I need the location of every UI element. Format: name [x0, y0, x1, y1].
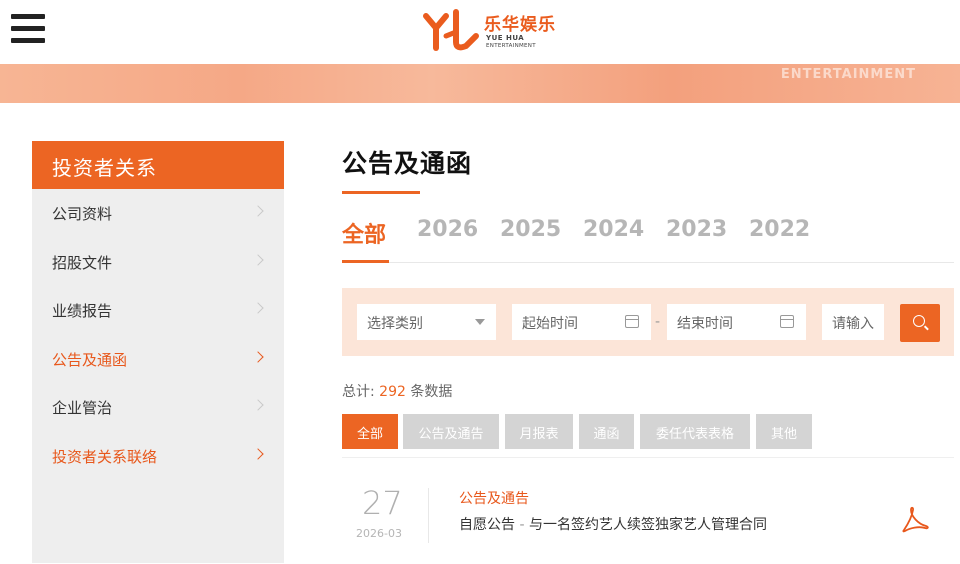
date-range-separator: -: [655, 314, 661, 330]
total-number: 292: [379, 384, 406, 400]
category-tab-circulars[interactable]: 通函: [579, 414, 634, 449]
calendar-icon: [780, 315, 794, 328]
tab-2025[interactable]: 2025: [500, 217, 561, 242]
yuehua-logo-icon: [423, 9, 479, 51]
search-icon: [913, 315, 925, 327]
chevron-right-icon: [252, 302, 264, 314]
category-tab-announcements[interactable]: 公告及通告: [403, 414, 499, 449]
site-logo[interactable]: 乐华娱乐 YUE HUA ENTERTAINMENT: [422, 6, 562, 54]
sidebar-item-label: 企业管治: [52, 399, 113, 417]
sidebar-item-label: 公司资料: [52, 205, 113, 223]
end-date-placeholder: 结束时间: [677, 316, 733, 332]
sidebar: 投资者关系 公司资料 招股文件 业绩报告 公告及通函 企业管治 投资者关系联络: [32, 141, 284, 563]
tab-2022[interactable]: 2022: [749, 217, 810, 242]
item-year-month: 2026-03: [356, 527, 402, 540]
category-tab-others[interactable]: 其他: [756, 414, 812, 449]
sidebar-item-company-info[interactable]: 公司资料: [32, 189, 284, 238]
page-title: 公告及通函: [342, 149, 473, 178]
sidebar-item-results-reports[interactable]: 业绩报告: [32, 286, 284, 335]
category-tab-all[interactable]: 全部: [342, 414, 398, 449]
sidebar-item-governance[interactable]: 企业管治: [32, 383, 284, 432]
item-title-type: 自愿公告: [459, 517, 515, 533]
sidebar-item-label: 公告及通函: [52, 350, 128, 369]
chevron-right-icon: [252, 205, 264, 217]
total-prefix: 总计:: [342, 384, 380, 400]
tab-all[interactable]: 全部: [342, 217, 386, 249]
calendar-icon: [625, 315, 639, 328]
filter-bar: 选择类别 起始时间 - 结束时间 请输入: [342, 288, 954, 356]
category-tab-proxy-forms[interactable]: 委任代表表格: [640, 414, 750, 449]
item-divider: [428, 488, 429, 543]
hamburger-menu-icon[interactable]: [11, 14, 45, 44]
item-title-text: 与一名签约艺人续签独家艺人管理合同: [528, 517, 767, 533]
tab-2023[interactable]: 2023: [666, 217, 727, 242]
end-date-input[interactable]: 结束时间: [667, 304, 806, 340]
site-header: 乐华娱乐 YUE HUA ENTERTAINMENT: [0, 0, 960, 64]
sidebar-item-ir-contact[interactable]: 投资者关系联络: [32, 432, 284, 481]
logo-text-en-sub: ENTERTAINMENT: [486, 43, 536, 49]
tab-2026[interactable]: 2026: [417, 217, 478, 242]
sidebar-item-announcements[interactable]: 公告及通函: [32, 335, 284, 384]
item-day: 27: [362, 484, 403, 522]
logo-text-cn: 乐华娱乐: [484, 15, 556, 35]
category-select-placeholder: 选择类别: [367, 316, 423, 332]
total-count: 总计: 292 条数据: [342, 381, 452, 401]
sidebar-item-label: 业绩报告: [52, 302, 113, 320]
page-banner: ENTERTAINMENT: [0, 64, 960, 103]
sidebar-item-label: 投资者关系联络: [52, 447, 158, 466]
pdf-download-icon[interactable]: [900, 504, 930, 534]
start-date-input[interactable]: 起始时间: [512, 304, 651, 340]
sidebar-item-prospectus[interactable]: 招股文件: [32, 238, 284, 287]
chevron-right-icon: [252, 350, 264, 363]
start-date-placeholder: 起始时间: [522, 316, 578, 332]
chevron-right-icon: [252, 253, 264, 266]
tab-2024[interactable]: 2024: [583, 217, 644, 242]
caret-down-icon: [475, 319, 485, 325]
search-button[interactable]: [900, 304, 940, 342]
sidebar-item-label: 招股文件: [52, 253, 113, 272]
category-tab-monthly-returns[interactable]: 月报表: [505, 414, 573, 449]
logo-text-en: YUE HUA: [486, 34, 525, 42]
active-tab-indicator: [342, 260, 389, 263]
chevron-right-icon: [252, 399, 264, 411]
list-divider: [342, 457, 954, 458]
item-title-separator: -: [515, 517, 529, 533]
category-select[interactable]: 选择类别: [357, 304, 496, 340]
sidebar-title: 投资者关系: [32, 141, 284, 189]
total-suffix: 条数据: [405, 384, 453, 400]
year-tabs: 全部 2026 2025 2024 2023 2022: [342, 217, 954, 263]
main-content: 公告及通函 全部 2026 2025 2024 2023 2022 选择类别 起…: [342, 141, 960, 543]
keyword-input[interactable]: 请输入: [822, 304, 884, 340]
item-title-link[interactable]: 自愿公告 - 与一名签约艺人续签独家艺人管理合同: [459, 513, 799, 538]
list-item[interactable]: 27 2026-03 公告及通告 自愿公告 - 与一名签约艺人续签独家艺人管理合…: [342, 484, 954, 564]
banner-watermark: ENTERTAINMENT: [780, 67, 916, 82]
item-category: 公告及通告: [459, 491, 529, 507]
keyword-placeholder: 请输入: [832, 316, 874, 332]
title-underline: [342, 191, 420, 194]
chevron-right-icon: [252, 447, 264, 460]
